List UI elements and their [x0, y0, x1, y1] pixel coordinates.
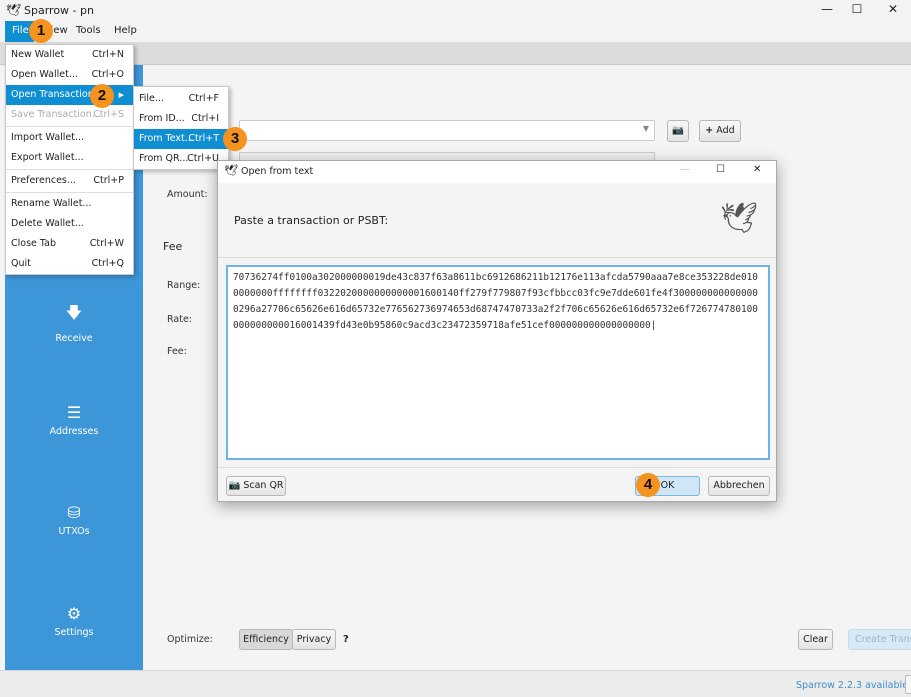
- fee-heading: Fee: [163, 240, 183, 253]
- sparrow-logo-icon: 🕊: [224, 164, 238, 177]
- tab-bar: [0, 42, 911, 65]
- sidebar-item-settings[interactable]: ⚙ Settings: [5, 604, 143, 638]
- menu-item-open-wallet[interactable]: Open Wallet... Ctrl+O: [6, 65, 133, 85]
- menu-bar: File View Tools Help: [0, 21, 911, 42]
- menu-item-close-tab[interactable]: Close Tab Ctrl+W: [6, 234, 133, 254]
- status-bar: Sparrow 2.2.3 available: [0, 670, 911, 697]
- title-bar: 🕊 Sparrow - pn — ☐ ✕: [0, 0, 911, 21]
- menu-help[interactable]: Help: [114, 25, 137, 36]
- menu-item-preferences[interactable]: Preferences... Ctrl+P: [6, 171, 133, 191]
- cancel-button[interactable]: Abbrechen: [708, 476, 770, 496]
- menu-item-new-wallet[interactable]: New Wallet Ctrl+N: [6, 45, 133, 65]
- dialog-prompt: Paste a transaction or PSBT:: [234, 214, 389, 227]
- close-icon[interactable]: ✕: [753, 164, 761, 175]
- gear-icon: ⚙: [66, 604, 82, 623]
- transaction-textarea[interactable]: 70736274ff0100a302000000019de43c837f63a8…: [226, 265, 770, 460]
- file-menu: New Wallet Ctrl+N Open Wallet... Ctrl+O Op…: [5, 44, 134, 275]
- menu-item-quit[interactable]: Quit Ctrl+Q: [6, 254, 133, 274]
- sidebar-item-receive[interactable]: 🡇 Receive: [5, 302, 143, 344]
- menu-item-export-wallet[interactable]: Export Wallet...: [6, 148, 133, 168]
- open-transaction-submenu: File... Ctrl+F From ID... Ctrl+I From Text…: [133, 86, 229, 170]
- camera-icon: 📷: [228, 480, 241, 491]
- maximize-icon[interactable]: ☐: [716, 164, 725, 175]
- scan-label: Scan QR: [243, 480, 284, 491]
- create-transaction-button[interactable]: Create Transaction: [848, 629, 911, 650]
- sparrow-logo-icon: 🕊: [6, 3, 22, 17]
- sidebar-label: Addresses: [49, 426, 99, 437]
- menu-tools[interactable]: Tools: [76, 25, 101, 36]
- add-label: Add: [716, 125, 735, 136]
- close-icon[interactable]: ✕: [878, 2, 908, 19]
- camera-button[interactable]: 📷: [667, 120, 689, 142]
- sidebar-label: UTXOs: [58, 526, 90, 537]
- minimize-icon: —: [680, 164, 690, 175]
- minimize-icon[interactable]: —: [812, 2, 842, 19]
- dialog-title: Open from text: [241, 166, 314, 177]
- privacy-toggle[interactable]: Privacy: [292, 629, 336, 650]
- camera-icon: 📷: [672, 125, 684, 136]
- amount-label: Amount:: [167, 189, 208, 200]
- open-from-text-dialog: 🕊 Open from text — ☐ ✕ Paste a transacti…: [217, 160, 777, 502]
- sidebar-label: Settings: [54, 627, 94, 638]
- window-title: Sparrow - pn: [24, 4, 94, 17]
- step-badge: 4: [636, 473, 660, 497]
- coins-icon: ⛁: [67, 503, 81, 522]
- add-button[interactable]: + Add: [699, 120, 741, 142]
- menu-item-rename-wallet[interactable]: Rename Wallet...: [6, 194, 133, 214]
- submenu-arrow-icon: ▶: [118, 91, 124, 99]
- step-badge: 3: [223, 127, 247, 151]
- submenu-item-file[interactable]: File... Ctrl+F: [134, 89, 228, 109]
- efficiency-toggle[interactable]: Efficiency: [239, 629, 293, 650]
- sidebar-item-addresses[interactable]: ☰ Addresses: [5, 403, 143, 437]
- transaction-text: 70736274ff0100a302000000019de43c837f63a8…: [233, 272, 758, 331]
- help-icon[interactable]: ?: [343, 634, 349, 645]
- maximize-icon[interactable]: ☐: [842, 2, 872, 19]
- menu-item-delete-wallet[interactable]: Delete Wallet...: [6, 214, 133, 234]
- clear-button[interactable]: Clear: [798, 629, 833, 650]
- step-badge: 2: [90, 84, 114, 108]
- submenu-item-from-qr[interactable]: From QR... Ctrl+U: [134, 149, 228, 169]
- dropdown-arrow-icon: ▼: [642, 124, 649, 133]
- submenu-item-from-id[interactable]: From ID... Ctrl+I: [134, 109, 228, 129]
- rate-label: Rate:: [167, 314, 192, 325]
- sidebar-item-utxos[interactable]: ⛁ UTXOs: [5, 503, 143, 537]
- scan-qr-button[interactable]: 📷 Scan QR: [226, 476, 286, 496]
- menu-item-import-wallet[interactable]: Import Wallet...: [6, 128, 133, 148]
- submenu-item-from-text[interactable]: From Text... Ctrl+T: [134, 129, 228, 149]
- sparrow-bird-icon: 🕊: [720, 201, 759, 236]
- fee-label: Fee:: [167, 346, 187, 357]
- step-badge: 1: [29, 19, 53, 43]
- menu-item-save-transaction: Save Transaction... Ctrl+S: [11, 109, 124, 120]
- sidebar-label: Receive: [55, 333, 93, 344]
- address-input[interactable]: ▼: [239, 120, 655, 141]
- optimize-label: Optimize:: [167, 634, 213, 645]
- update-link[interactable]: Sparrow 2.2.3 available: [796, 680, 908, 691]
- dialog-title-bar: 🕊 Open from text — ☐ ✕: [218, 161, 776, 183]
- list-icon: ☰: [66, 403, 82, 422]
- menu-file[interactable]: File: [12, 25, 29, 36]
- range-label: Range:: [167, 280, 201, 291]
- arrow-down-icon: 🡇: [65, 303, 83, 322]
